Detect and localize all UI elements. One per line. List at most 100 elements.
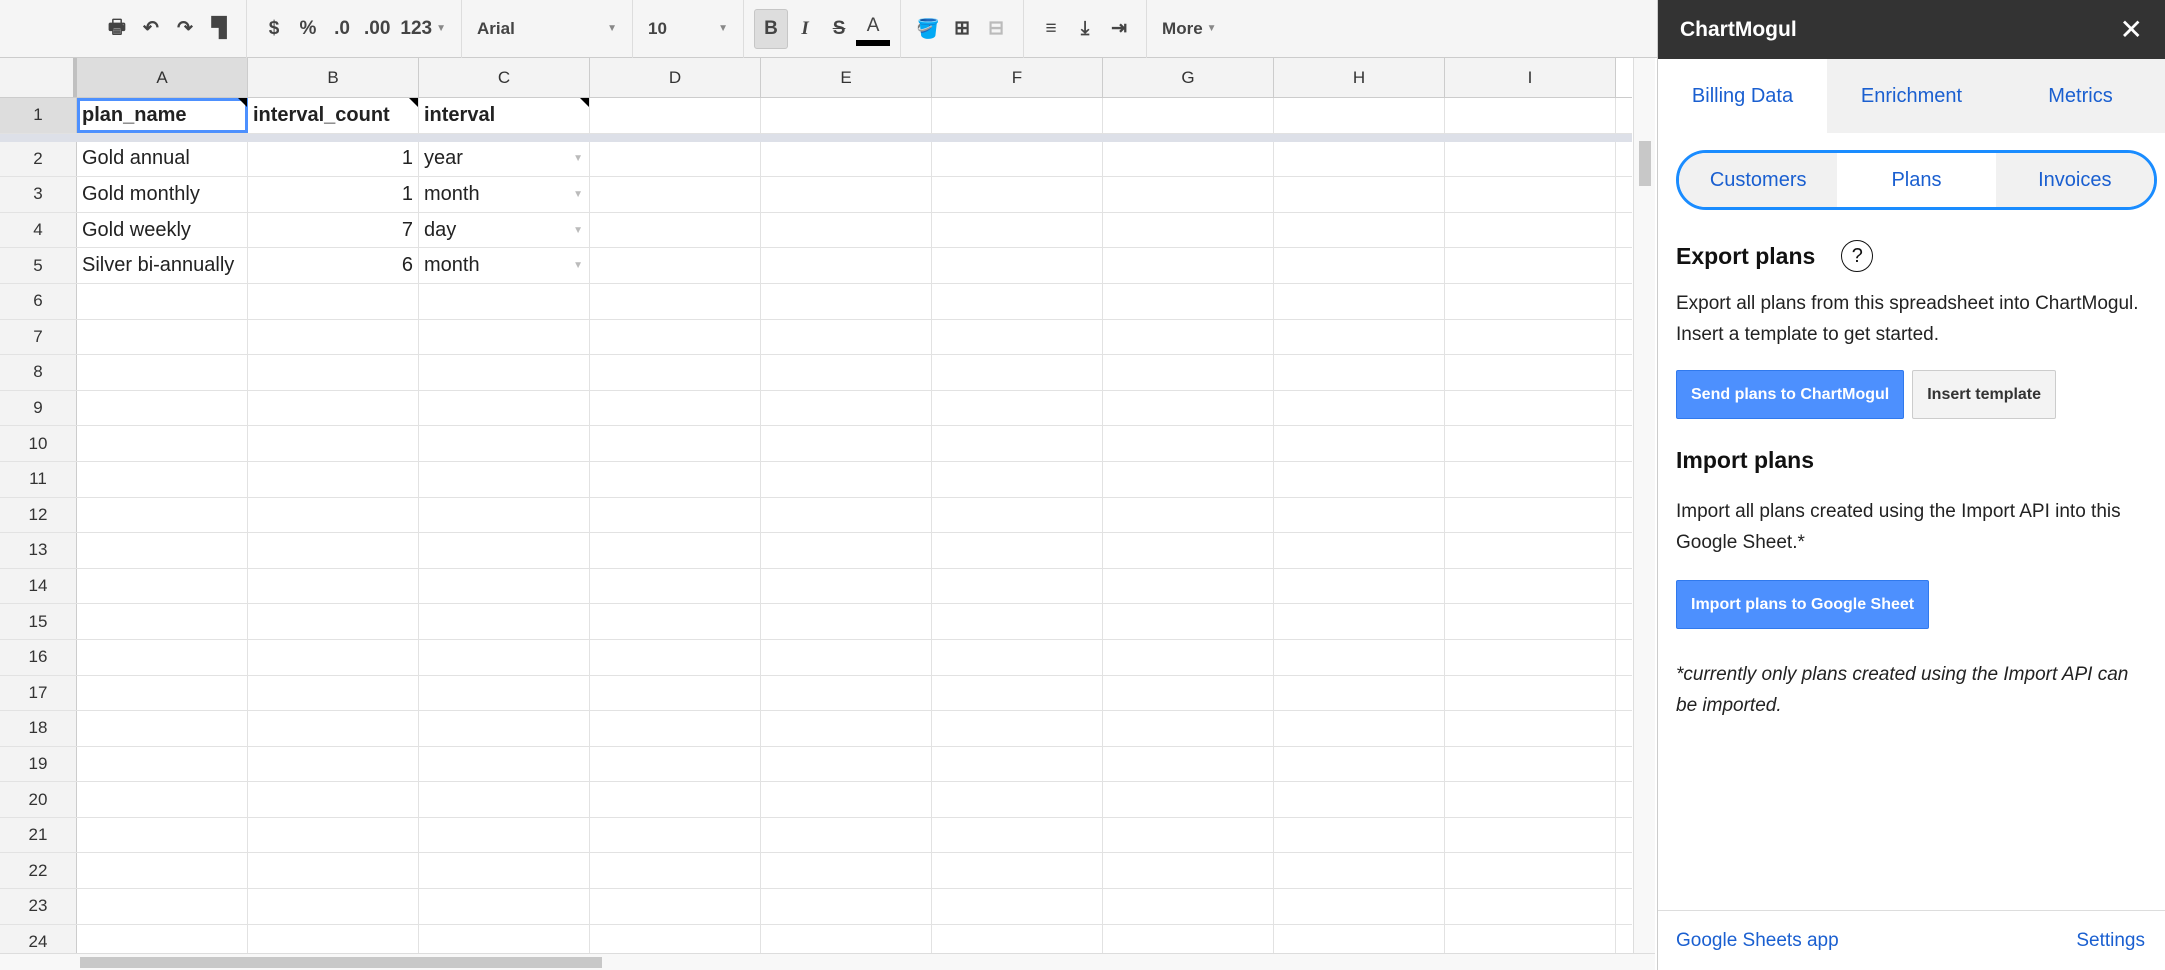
cell[interactable] [590, 141, 761, 177]
cell[interactable] [590, 248, 761, 283]
cell[interactable] [932, 319, 1103, 355]
cell[interactable] [761, 248, 932, 283]
cell[interactable] [248, 853, 419, 889]
cell[interactable] [419, 319, 590, 355]
bold-button[interactable]: B [754, 8, 789, 49]
cell[interactable] [932, 889, 1103, 924]
cell[interactable] [1445, 141, 1616, 177]
text-wrap-icon[interactable]: ⇥ [1102, 9, 1136, 49]
cell[interactable] [932, 283, 1103, 319]
cell[interactable] [932, 533, 1103, 568]
scroll-thumb[interactable] [80, 957, 602, 968]
cell[interactable] [77, 497, 248, 533]
row-header[interactable]: 4 [0, 212, 77, 248]
cell[interactable]: month [419, 248, 590, 283]
cell[interactable] [1274, 283, 1445, 319]
row-header[interactable]: 22 [0, 853, 77, 889]
cell[interactable] [248, 675, 419, 711]
cell[interactable] [932, 248, 1103, 283]
cell[interactable] [761, 497, 932, 533]
cell[interactable] [248, 782, 419, 817]
cell[interactable] [590, 711, 761, 746]
cell[interactable] [932, 177, 1103, 212]
cell[interactable] [932, 604, 1103, 639]
scroll-thumb[interactable] [1639, 141, 1651, 186]
cell[interactable] [419, 639, 590, 675]
import-plans-button[interactable]: Import plans to Google Sheet [1676, 580, 1930, 629]
cell[interactable] [248, 319, 419, 355]
print-icon[interactable]: 🖶 [100, 9, 134, 49]
strikethrough-button[interactable]: S [822, 9, 856, 49]
cell[interactable] [1103, 639, 1274, 675]
cell[interactable] [1103, 212, 1274, 248]
cell[interactable] [77, 604, 248, 639]
cell[interactable] [761, 177, 932, 212]
cell[interactable]: 1 [248, 141, 419, 177]
cell[interactable] [761, 604, 932, 639]
cell[interactable] [77, 461, 248, 497]
cell[interactable] [1103, 568, 1274, 604]
row-header[interactable]: 12 [0, 497, 77, 533]
cell[interactable] [248, 604, 419, 639]
row-header[interactable]: 3 [0, 177, 77, 212]
cell[interactable] [932, 390, 1103, 426]
column-header[interactable]: D [590, 58, 761, 97]
cell[interactable] [248, 497, 419, 533]
cell[interactable] [1103, 177, 1274, 212]
cell[interactable] [761, 853, 932, 889]
cell[interactable] [419, 461, 590, 497]
text-color-button[interactable]: A [856, 12, 891, 46]
align-left-icon[interactable]: ≡ [1034, 9, 1068, 49]
cell[interactable] [761, 889, 932, 924]
cell[interactable] [1274, 248, 1445, 283]
cell[interactable] [248, 711, 419, 746]
corner-cell[interactable] [0, 58, 77, 97]
cell[interactable] [590, 568, 761, 604]
cell[interactable] [1445, 782, 1616, 817]
undo-icon[interactable]: ↶ [134, 9, 168, 49]
cell[interactable] [590, 283, 761, 319]
cell[interactable] [419, 355, 590, 390]
cell[interactable] [1274, 746, 1445, 782]
cell[interactable] [932, 817, 1103, 853]
cell[interactable] [932, 141, 1103, 177]
row-header[interactable]: 16 [0, 639, 77, 675]
cell[interactable] [419, 568, 590, 604]
cell[interactable] [590, 639, 761, 675]
google-sheets-app-link[interactable]: Google Sheets app [1676, 930, 1839, 952]
cell[interactable] [1274, 817, 1445, 853]
cell[interactable] [248, 461, 419, 497]
cell[interactable]: plan_name [77, 98, 248, 133]
cell[interactable] [932, 711, 1103, 746]
cell[interactable] [77, 355, 248, 390]
cell[interactable] [1445, 283, 1616, 319]
cell[interactable] [248, 639, 419, 675]
cell[interactable] [77, 675, 248, 711]
cell[interactable] [1103, 461, 1274, 497]
cell[interactable] [761, 568, 932, 604]
column-header[interactable]: A [77, 58, 248, 97]
cell[interactable] [761, 639, 932, 675]
subtab-plans[interactable]: Plans [1837, 153, 1996, 207]
subtab-customers[interactable]: Customers [1679, 153, 1838, 207]
increase-decimal-button[interactable]: .00 [359, 9, 395, 49]
settings-link[interactable]: Settings [2076, 930, 2145, 952]
cell[interactable] [761, 319, 932, 355]
percent-button[interactable]: % [291, 9, 325, 49]
horizontal-scrollbar[interactable] [0, 953, 1655, 970]
cell[interactable] [1274, 355, 1445, 390]
row-header[interactable]: 13 [0, 533, 77, 568]
cell[interactable] [590, 426, 761, 461]
more-button[interactable]: More ▼ [1157, 9, 1222, 49]
cell[interactable] [1445, 177, 1616, 212]
cell[interactable] [761, 355, 932, 390]
cell[interactable] [1274, 711, 1445, 746]
cell[interactable] [932, 746, 1103, 782]
cell[interactable]: interval_count [248, 98, 419, 133]
cell[interactable] [248, 568, 419, 604]
cell[interactable]: year [419, 141, 590, 177]
cell[interactable] [77, 853, 248, 889]
cell[interactable]: 6 [248, 248, 419, 283]
cell[interactable] [1445, 568, 1616, 604]
send-plans-button[interactable]: Send plans to ChartMogul [1676, 370, 1905, 419]
